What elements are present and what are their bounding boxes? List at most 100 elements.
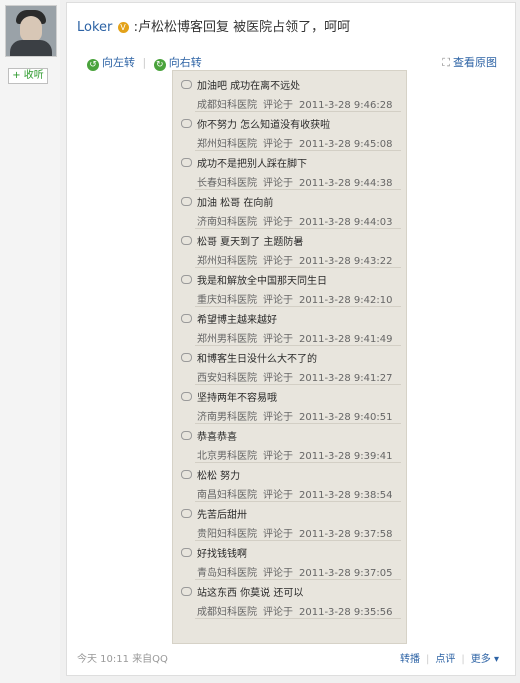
comment-item: 站这东西 你莫说 还可以 成都妇科医院 评论于 2011-3-28 9:35:56 xyxy=(173,584,406,623)
comment-divider xyxy=(195,111,401,112)
rotate-left-link[interactable]: 向左转 xyxy=(102,56,135,69)
comment-time: 2011-3-28 9:44:03 xyxy=(299,217,393,228)
comment-meta: 成都妇科医院 评论于 2011-3-28 9:46:28 xyxy=(197,96,392,111)
comment-time: 2011-3-28 9:42:10 xyxy=(299,295,393,306)
comment-verb: 评论于 xyxy=(263,373,293,384)
comment-author: 长春妇科医院 xyxy=(197,178,257,189)
comment-time: 2011-3-28 9:45:08 xyxy=(299,139,393,150)
comment-verb: 评论于 xyxy=(263,451,293,462)
comment-item: 松松 努力 南昌妇科医院 评论于 2011-3-28 9:38:54 xyxy=(173,467,406,506)
rotate-right-link[interactable]: 向右转 xyxy=(169,56,202,69)
comment-text: 我是和解放全中国那天同生日 xyxy=(181,272,327,287)
comment-divider xyxy=(195,189,401,190)
comment-text: 加油 松哥 在向前 xyxy=(181,194,273,209)
repost-link[interactable]: 转播 xyxy=(400,654,420,665)
speech-bubble-icon xyxy=(181,587,192,596)
comment-text: 加油吧 成功在离不远处 xyxy=(181,77,300,92)
comment-verb: 评论于 xyxy=(263,412,293,423)
action-divider: | xyxy=(461,654,465,665)
comment-divider xyxy=(195,618,401,619)
rotate-right-icon: ↻ xyxy=(153,59,166,71)
comment-verb: 评论于 xyxy=(263,529,293,540)
comment-image[interactable]: 加油吧 成功在离不远处 成都妇科医院 评论于 2011-3-28 9:46:28 你不努… xyxy=(172,70,407,644)
comment-time: 2011-3-28 9:40:51 xyxy=(299,412,393,423)
post-source: 来自QQ xyxy=(132,654,168,665)
comment-divider xyxy=(195,228,401,229)
speech-bubble-icon xyxy=(181,158,192,167)
toolbar-divider: | xyxy=(142,56,147,69)
comment-text: 站这东西 你莫说 还可以 xyxy=(181,584,303,599)
comment-item: 我是和解放全中国那天同生日重庆妇科医院 评论于 2011-3-28 9:42:10 xyxy=(173,272,406,311)
speech-bubble-icon xyxy=(181,353,192,362)
comment-verb: 评论于 xyxy=(263,139,293,150)
speech-bubble-icon xyxy=(181,470,192,479)
comment-item: 希望博主越来越好郑州男科医院 评论于 2011-3-28 9:41:49 xyxy=(173,311,406,350)
comment-text: 恭喜恭喜 xyxy=(181,428,237,443)
comment-verb: 评论于 xyxy=(263,490,293,501)
comment-item: 好找钱钱啊青岛妇科医院 评论于 2011-3-28 9:37:05 xyxy=(173,545,406,584)
comment-author: 郑州男科医院 xyxy=(197,334,257,345)
author-name[interactable]: Loker xyxy=(77,20,112,35)
comment-meta: 北京男科医院 评论于 2011-3-28 9:39:41 xyxy=(197,447,392,462)
comment-item: 加油 松哥 在向前济南妇科医院 评论于 2011-3-28 9:44:03 xyxy=(173,194,406,233)
speech-bubble-icon xyxy=(181,431,192,440)
follow-button[interactable]: + 收听 xyxy=(8,68,48,84)
avatar[interactable] xyxy=(5,5,57,57)
comment-meta: 重庆妇科医院 评论于 2011-3-28 9:42:10 xyxy=(197,291,392,306)
action-divider: | xyxy=(426,654,430,665)
comment-meta: 济南妇科医院 评论于 2011-3-28 9:44:03 xyxy=(197,213,392,228)
comment-meta: 长春妇科医院 评论于 2011-3-28 9:44:38 xyxy=(197,174,392,189)
more-link[interactable]: 更多 ▾ xyxy=(471,654,499,665)
post-text: :卢松松博客回复 被医院占领了，呵呵 xyxy=(133,20,351,35)
post-time[interactable]: 今天 10:11 xyxy=(77,654,129,665)
comment-verb: 评论于 xyxy=(263,607,293,618)
comment-verb: 评论于 xyxy=(263,100,293,111)
comment-author: 郑州妇科医院 xyxy=(197,256,257,267)
comment-time: 2011-3-28 9:41:49 xyxy=(299,334,393,345)
comment-text: 好找钱钱啊 xyxy=(181,545,247,560)
comment-meta: 郑州男科医院 评论于 2011-3-28 9:41:49 xyxy=(197,330,392,345)
comment-author: 南昌妇科医院 xyxy=(197,490,257,501)
comment-time: 2011-3-28 9:37:58 xyxy=(299,529,393,540)
comment-divider xyxy=(195,150,401,151)
comment-time: 2011-3-28 9:44:38 xyxy=(299,178,393,189)
comment-item: 恭喜恭喜北京男科医院 评论于 2011-3-28 9:39:41 xyxy=(173,428,406,467)
comment-text: 松松 努力 xyxy=(181,467,240,482)
comment-author: 西安妇科医院 xyxy=(197,373,257,384)
comment-text: 先苦后甜卅 xyxy=(181,506,247,521)
comment-divider xyxy=(195,501,401,502)
post-footer: 今天 10:11 来自QQ xyxy=(77,650,168,665)
comment-meta: 郑州妇科医院 评论于 2011-3-28 9:43:22 xyxy=(197,252,392,267)
avatar-face xyxy=(20,16,42,42)
comment-verb: 评论于 xyxy=(263,334,293,345)
comment-verb: 评论于 xyxy=(263,295,293,306)
comment-item: 先苦后甜卅 贵阳妇科医院 评论于 2011-3-28 9:37:58 xyxy=(173,506,406,545)
avatar-body xyxy=(10,40,52,56)
v-badge-icon: V xyxy=(117,22,129,33)
view-original[interactable]: ⛶ 查看原图 xyxy=(442,54,497,70)
comment-link[interactable]: 点评 xyxy=(435,654,455,665)
comment-divider xyxy=(195,462,401,463)
expand-icon: ⛶ xyxy=(442,56,450,69)
speech-bubble-icon xyxy=(181,80,192,89)
comment-author: 重庆妇科医院 xyxy=(197,295,257,306)
comment-divider xyxy=(195,384,401,385)
comment-meta: 青岛妇科医院 评论于 2011-3-28 9:37:05 xyxy=(197,564,392,579)
left-column: + 收听 xyxy=(0,0,60,683)
comment-divider xyxy=(195,579,401,580)
comment-time: 2011-3-28 9:46:28 xyxy=(299,100,393,111)
comment-meta: 济南男科医院 评论于 2011-3-28 9:40:51 xyxy=(197,408,392,423)
comment-item: 松哥 夏天到了 主题防暑 郑州妇科医院 评论于 2011-3-28 9:43:22 xyxy=(173,233,406,272)
comment-meta: 成都妇科医院 评论于 2011-3-28 9:35:56 xyxy=(197,603,392,618)
comment-divider xyxy=(195,345,401,346)
speech-bubble-icon xyxy=(181,548,192,557)
comment-text: 坚持两年不容易哦 xyxy=(181,389,277,404)
comment-time: 2011-3-28 9:35:56 xyxy=(299,607,393,618)
comment-item: 和博客生日没什么大不了的 西安妇科医院 评论于 2011-3-28 9:41:27 xyxy=(173,350,406,389)
comment-author: 成都妇科医院 xyxy=(197,100,257,111)
comment-text: 希望博主越来越好 xyxy=(181,311,277,326)
image-toolbar: ↺ 向左转 | ↻ 向右转 xyxy=(87,54,202,71)
speech-bubble-icon xyxy=(181,197,192,206)
post-card: Loker V :卢松松博客回复 被医院占领了，呵呵 ↺ 向左转 | ↻ 向右转 ⛶… xyxy=(66,2,516,676)
comment-text: 你不努力 怎么知道没有收获啦 xyxy=(181,116,330,131)
